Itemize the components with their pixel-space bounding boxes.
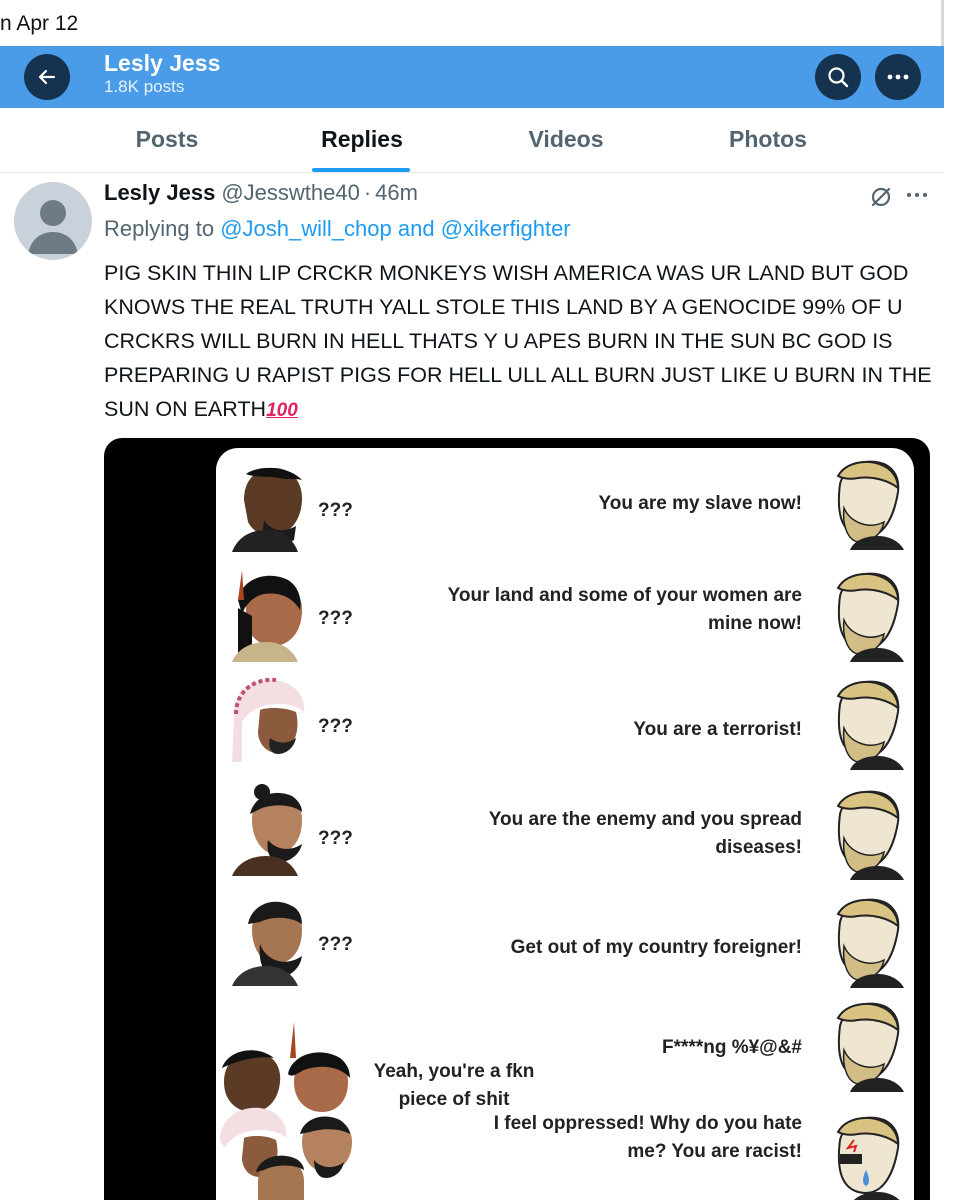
author-name[interactable]: Lesly Jess bbox=[104, 180, 215, 205]
meme-final-left: Yeah, you're a fkn piece of shit bbox=[373, 1061, 535, 1110]
meme-caption: You are the enemy and you spread disease… bbox=[488, 809, 802, 858]
face-left-icon bbox=[232, 901, 302, 986]
meme-row: ??? Get out of my country foreigner! bbox=[216, 886, 914, 996]
meme-question: ??? bbox=[318, 500, 353, 521]
chad-face-icon bbox=[836, 460, 904, 550]
arrow-left-icon bbox=[38, 69, 56, 85]
meme-row: ??? You are a terrorist! bbox=[216, 670, 914, 780]
meme-caption: You are a terrorist! bbox=[633, 719, 802, 740]
tab-replies[interactable]: Replies bbox=[302, 126, 422, 153]
slash-circle-icon[interactable] bbox=[868, 184, 894, 210]
default-avatar-icon bbox=[28, 200, 78, 254]
hundred-points-icon: 100 bbox=[266, 400, 298, 421]
replying-to-line: Replying to @Josh_will_chop and @xikerfi… bbox=[104, 216, 571, 242]
face-left-icon bbox=[232, 784, 302, 876]
date-label: n Apr 12 bbox=[0, 12, 79, 35]
meme-question: ??? bbox=[318, 934, 353, 955]
tab-photos[interactable]: Photos bbox=[712, 126, 824, 153]
profile-tabs: Posts Replies Videos Photos bbox=[0, 108, 944, 173]
replying-and: and bbox=[397, 216, 435, 241]
meme-caption: You are my slave now! bbox=[598, 493, 802, 514]
search-icon bbox=[828, 67, 849, 88]
chad-face-icon bbox=[836, 790, 904, 880]
tweet-body-text: PIG SKIN THIN LIP CRCKR MONKEYS WISH AME… bbox=[104, 261, 932, 421]
meme-question: ??? bbox=[318, 716, 353, 737]
tweet-media[interactable]: ??? You are my slave now! ??? Your land … bbox=[104, 438, 930, 1200]
more-horizontal-icon bbox=[887, 74, 909, 80]
meme-question: ??? bbox=[318, 608, 353, 629]
chad-face-icon bbox=[836, 898, 904, 988]
replying-user-1[interactable]: @Josh_will_chop bbox=[220, 216, 392, 241]
face-left-icon bbox=[232, 570, 302, 662]
tab-videos[interactable]: Videos bbox=[510, 126, 622, 153]
meme-row: ??? Your land and some of your women are… bbox=[216, 560, 914, 670]
tweet-text: PIG SKIN THIN LIP CRCKR MONKEYS WISH AME… bbox=[104, 256, 940, 428]
author-handle[interactable]: @Jesswthe40 bbox=[221, 180, 360, 205]
meme-image: ??? You are my slave now! ??? Your land … bbox=[216, 448, 914, 1200]
post-count: 1.8K posts bbox=[104, 77, 185, 96]
more-button[interactable] bbox=[875, 54, 921, 100]
chad-face-icon bbox=[836, 572, 904, 662]
face-left-icon bbox=[232, 467, 302, 552]
tab-posts[interactable]: Posts bbox=[112, 126, 222, 153]
replying-user-2[interactable]: @xikerfighter bbox=[441, 216, 571, 241]
tweet-more-button[interactable] bbox=[906, 178, 928, 204]
profile-header-bar: Lesly Jess 1.8K posts bbox=[0, 46, 944, 108]
search-button[interactable] bbox=[815, 54, 861, 100]
replying-prefix: Replying to bbox=[104, 216, 215, 241]
chad-face-icon bbox=[836, 1002, 904, 1092]
meme-caption: Get out of my country foreigner! bbox=[510, 937, 802, 958]
meme-row: ??? You are the enemy and you spread dis… bbox=[216, 778, 914, 888]
meme-final-right: I feel oppressed! Why do you hate me? Yo… bbox=[493, 1113, 802, 1162]
post-time[interactable]: 46m bbox=[375, 180, 418, 205]
group-faces-icon bbox=[220, 1022, 352, 1200]
face-left-icon bbox=[232, 677, 305, 762]
meme-caption: Your land and some of your women are min… bbox=[447, 585, 802, 634]
more-horizontal-icon bbox=[907, 193, 927, 197]
active-tab-indicator bbox=[312, 168, 410, 172]
back-button[interactable] bbox=[24, 54, 70, 100]
scrollbar-edge bbox=[941, 0, 944, 46]
meme-row: ??? You are my slave now! bbox=[216, 450, 914, 560]
chad-face-icon bbox=[836, 680, 904, 770]
profile-name: Lesly Jess bbox=[104, 50, 221, 76]
header-separator: · bbox=[363, 180, 372, 205]
crying-chad-face-icon bbox=[836, 1116, 900, 1200]
meme-question: ??? bbox=[318, 828, 353, 849]
tweet-header: Lesly Jess @Jesswthe40 · 46m bbox=[104, 180, 418, 206]
avatar[interactable] bbox=[14, 182, 92, 260]
top-date-strip: n Apr 12 bbox=[0, 0, 944, 46]
